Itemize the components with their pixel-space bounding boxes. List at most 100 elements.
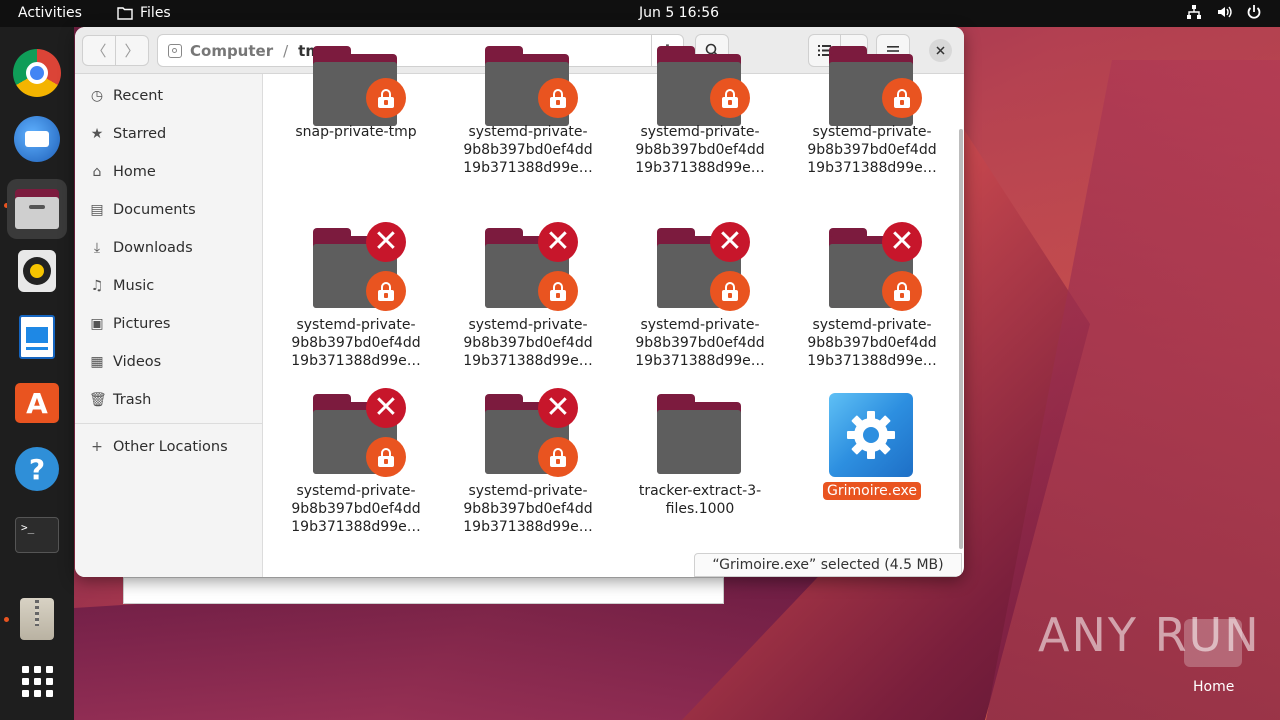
dock-app-grid[interactable] <box>11 655 63 707</box>
file-item[interactable]: ✕ systemd-private- 9b8b397bd0ef4dd 19b3713… <box>615 222 785 374</box>
file-item[interactable]: ✕ systemd-private- 9b8b397bd0ef4dd 19b3713… <box>271 388 441 540</box>
close-icon <box>936 46 945 55</box>
drive-icon <box>168 43 182 58</box>
dock: A ? >_ <box>0 27 74 720</box>
file-label: systemd-private- 9b8b397bd0ef4dd 19b371388… <box>463 483 593 535</box>
executable-icon <box>829 393 913 477</box>
sidebar-item-documents[interactable]: ▤ Documents <box>89 198 196 222</box>
chevron-right-icon: 〉 <box>124 42 140 60</box>
file-item[interactable]: systemd-private- 9b8b397bd0ef4dd 19b371388… <box>443 46 613 184</box>
sidebar-item-starred[interactable]: ★ Starred <box>89 122 167 146</box>
rhythmbox-icon <box>18 250 56 292</box>
volume-icon <box>1218 6 1232 18</box>
file-item[interactable]: tracker-extract-3- files.1000 <box>615 390 785 540</box>
dock-chrome[interactable] <box>11 47 63 99</box>
file-label: systemd-private- 9b8b397bd0ef4dd 19b371388… <box>463 317 593 369</box>
back-button[interactable]: 〈 <box>82 35 116 66</box>
sidebar-item-label: Starred <box>113 126 167 142</box>
lock-icon <box>710 78 750 118</box>
path-segment-computer[interactable]: Computer <box>190 42 273 60</box>
dock-archive[interactable] <box>11 593 63 645</box>
picture-icon: ▣ <box>90 316 104 332</box>
sidebar-item-pictures[interactable]: ▣ Pictures <box>89 312 170 336</box>
dock-software[interactable]: A <box>11 377 63 429</box>
file-item[interactable]: ✕ systemd-private- 9b8b397bd0ef4dd 19b3713… <box>787 222 957 374</box>
lock-icon <box>882 271 922 311</box>
error-icon: ✕ <box>366 222 406 262</box>
writer-icon <box>19 315 55 359</box>
app-name: Files <box>140 5 171 21</box>
file-item[interactable]: snap-private-tmp <box>271 46 441 184</box>
sidebar-item-music[interactable]: ♫ Music <box>89 274 155 298</box>
file-item[interactable]: systemd-private- 9b8b397bd0ef4dd 19b371388… <box>615 46 785 184</box>
lock-icon <box>366 271 406 311</box>
file-label: systemd-private- 9b8b397bd0ef4dd 19b371388… <box>807 317 937 369</box>
sidebar-item-label: Recent <box>113 88 164 104</box>
folder-icon <box>657 394 741 474</box>
chevron-left-icon: 〈 <box>91 42 107 60</box>
clock[interactable]: Jun 5 16:56 <box>639 5 719 21</box>
archive-icon <box>20 598 54 640</box>
dock-rhythmbox[interactable] <box>11 245 63 297</box>
dock-thunderbird[interactable] <box>11 113 63 165</box>
video-icon: ▦ <box>90 354 104 370</box>
activities-button[interactable]: Activities <box>18 5 82 21</box>
desktop-home-icon[interactable] <box>1184 619 1242 667</box>
sidebar-item-downloads[interactable]: ⤓ Downloads <box>89 236 193 260</box>
file-item[interactable]: ✕ systemd-private- 9b8b397bd0ef4dd 19b3713… <box>443 388 613 540</box>
sidebar-item-label: Pictures <box>113 316 171 332</box>
close-button[interactable] <box>929 39 952 62</box>
lock-icon <box>538 78 578 118</box>
files-icon <box>15 189 59 229</box>
dock-files[interactable] <box>7 179 67 239</box>
file-item[interactable]: ✕ systemd-private- 9b8b397bd0ef4dd 19b3713… <box>443 222 613 374</box>
error-icon: ✕ <box>366 388 406 428</box>
file-label: systemd-private- 9b8b397bd0ef4dd 19b371388… <box>463 124 593 176</box>
dock-terminal[interactable]: >_ <box>11 509 63 561</box>
error-icon: ✕ <box>538 222 578 262</box>
power-icon <box>1247 5 1261 19</box>
clock-icon: ◷ <box>90 88 104 104</box>
path-separator: / <box>283 41 289 60</box>
file-label: systemd-private- 9b8b397bd0ef4dd 19b371388… <box>807 124 937 176</box>
sidebar-item-label: Documents <box>113 202 196 218</box>
plus-icon: + <box>91 439 103 455</box>
file-item[interactable]: ✕ systemd-private- 9b8b397bd0ef4dd 19b3713… <box>271 222 441 374</box>
top-bar: Activities Files Jun 5 16:56 <box>0 0 1280 27</box>
sidebar-item-label: Other Locations <box>113 439 228 455</box>
trash-icon: 🗑 <box>89 392 107 408</box>
lock-icon <box>366 78 406 118</box>
system-tray[interactable] <box>1186 4 1262 20</box>
desktop-home-label: Home <box>1193 679 1235 695</box>
forward-button[interactable]: 〉 <box>115 35 149 66</box>
software-icon: A <box>15 383 59 423</box>
status-bar: “Grimoire.exe” selected (4.5 MB) <box>694 553 962 577</box>
error-icon: ✕ <box>538 388 578 428</box>
error-icon: ✕ <box>710 222 750 262</box>
file-item[interactable]: systemd-private- 9b8b397bd0ef4dd 19b371388… <box>787 46 957 184</box>
dock-writer[interactable] <box>11 311 63 363</box>
sidebar-item-home[interactable]: ⌂ Home <box>89 160 156 184</box>
document-icon: ▤ <box>90 202 104 218</box>
sidebar-item-recent[interactable]: ◷ Recent <box>89 84 163 108</box>
file-item-selected[interactable]: Grimoire.exe <box>787 390 957 540</box>
scrollbar[interactable] <box>959 129 963 549</box>
sidebar-item-label: Downloads <box>113 240 193 256</box>
music-icon: ♫ <box>90 278 104 294</box>
sidebar-item-label: Videos <box>113 354 162 370</box>
file-label: systemd-private- 9b8b397bd0ef4dd 19b371388… <box>291 317 421 369</box>
terminal-icon: >_ <box>15 517 59 553</box>
sidebar-item-label: Home <box>113 164 156 180</box>
files-window: 〈 〉 Computer / tmp ⋮ ◷ Recent ★ <box>75 27 964 577</box>
sidebar-item-videos[interactable]: ▦ Videos <box>89 350 161 374</box>
sidebar-item-other-locations[interactable]: + Other Locations <box>89 435 228 459</box>
help-icon: ? <box>15 447 59 491</box>
app-grid-icon <box>21 665 53 697</box>
sidebar-item-trash[interactable]: 🗑 Trash <box>89 388 151 412</box>
file-label: Grimoire.exe <box>787 482 957 500</box>
sidebar-item-label: Trash <box>113 392 152 408</box>
app-menu[interactable]: Files <box>117 5 171 21</box>
path-bar[interactable]: Computer / tmp ⋮ <box>157 34 684 67</box>
dock-help[interactable]: ? <box>11 443 63 495</box>
lock-icon <box>538 271 578 311</box>
